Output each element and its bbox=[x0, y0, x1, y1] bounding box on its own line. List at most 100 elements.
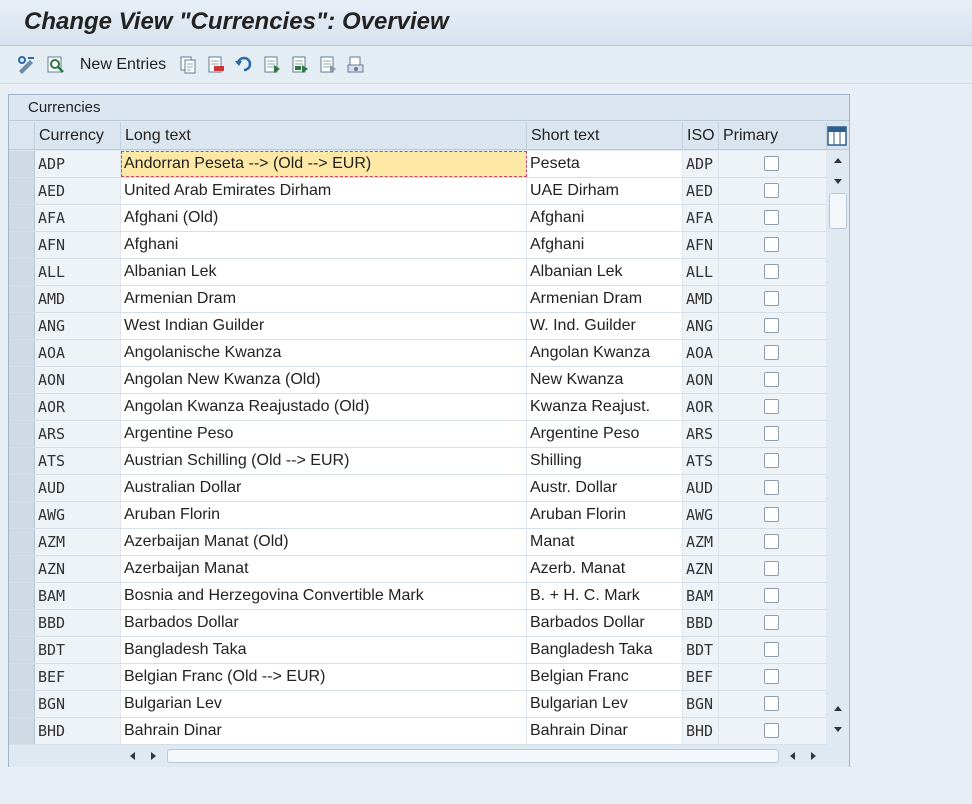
iso-code-cell[interactable]: BDT bbox=[683, 637, 719, 663]
primary-checkbox[interactable] bbox=[764, 669, 779, 684]
column-header-long-text[interactable]: Long text bbox=[121, 122, 527, 150]
undo-icon[interactable] bbox=[232, 54, 256, 76]
select-block-icon[interactable] bbox=[288, 54, 312, 76]
short-text-input[interactable]: B. + H. C. Mark bbox=[527, 583, 683, 609]
short-text-input[interactable]: Bulgarian Lev bbox=[527, 691, 683, 717]
select-all-rows-button[interactable] bbox=[9, 122, 35, 150]
row-selector[interactable] bbox=[9, 421, 35, 447]
iso-code-cell[interactable]: ADP bbox=[683, 151, 719, 177]
row-selector[interactable] bbox=[9, 610, 35, 636]
scroll-down-icon[interactable] bbox=[832, 723, 844, 735]
iso-code-cell[interactable]: BAM bbox=[683, 583, 719, 609]
primary-checkbox[interactable] bbox=[764, 318, 779, 333]
horizontal-scrollbar[interactable] bbox=[9, 745, 849, 767]
long-text-input[interactable]: West Indian Guilder bbox=[121, 313, 527, 339]
primary-checkbox[interactable] bbox=[764, 480, 779, 495]
scroll-columns-left-icon[interactable] bbox=[787, 750, 799, 762]
iso-code-cell[interactable]: AFA bbox=[683, 205, 719, 231]
long-text-input[interactable]: Belgian Franc (Old --> EUR) bbox=[121, 664, 527, 690]
row-selector[interactable] bbox=[9, 205, 35, 231]
long-text-input[interactable]: Argentine Peso bbox=[121, 421, 527, 447]
delete-icon[interactable] bbox=[204, 54, 228, 76]
short-text-input[interactable]: Barbados Dollar bbox=[527, 610, 683, 636]
long-text-input[interactable]: Andorran Peseta --> (Old --> EUR) bbox=[121, 151, 527, 177]
row-selector[interactable] bbox=[9, 448, 35, 474]
find-icon[interactable] bbox=[44, 54, 68, 76]
row-selector[interactable] bbox=[9, 313, 35, 339]
primary-checkbox[interactable] bbox=[764, 642, 779, 657]
long-text-input[interactable]: Afghani bbox=[121, 232, 527, 258]
row-selector[interactable] bbox=[9, 718, 35, 744]
short-text-input[interactable]: W. Ind. Guilder bbox=[527, 313, 683, 339]
row-selector[interactable] bbox=[9, 178, 35, 204]
long-text-input[interactable]: Bosnia and Herzegovina Convertible Mark bbox=[121, 583, 527, 609]
vertical-scrollbar[interactable] bbox=[827, 151, 849, 745]
primary-checkbox[interactable] bbox=[764, 237, 779, 252]
long-text-input[interactable]: Azerbaijan Manat (Old) bbox=[121, 529, 527, 555]
horizontal-scroll-thumb[interactable] bbox=[167, 749, 779, 763]
iso-code-cell[interactable]: AOR bbox=[683, 394, 719, 420]
iso-code-cell[interactable]: AFN bbox=[683, 232, 719, 258]
column-header-short-text[interactable]: Short text bbox=[527, 122, 683, 150]
table-settings-icon[interactable] bbox=[827, 126, 847, 146]
short-text-input[interactable]: Belgian Franc bbox=[527, 664, 683, 690]
short-text-input[interactable]: Albanian Lek bbox=[527, 259, 683, 285]
long-text-input[interactable]: Afghani (Old) bbox=[121, 205, 527, 231]
iso-code-cell[interactable]: AED bbox=[683, 178, 719, 204]
primary-checkbox[interactable] bbox=[764, 264, 779, 279]
short-text-input[interactable]: Bangladesh Taka bbox=[527, 637, 683, 663]
column-header-iso[interactable]: ISO bbox=[683, 122, 719, 150]
column-header-primary[interactable]: Primary bbox=[719, 122, 827, 150]
row-selector[interactable] bbox=[9, 394, 35, 420]
iso-code-cell[interactable]: ANG bbox=[683, 313, 719, 339]
long-text-input[interactable]: Angolan New Kwanza (Old) bbox=[121, 367, 527, 393]
vertical-scroll-thumb[interactable] bbox=[829, 193, 847, 229]
primary-checkbox[interactable] bbox=[764, 723, 779, 738]
short-text-input[interactable]: Afghani bbox=[527, 232, 683, 258]
iso-code-cell[interactable]: AZN bbox=[683, 556, 719, 582]
primary-checkbox[interactable] bbox=[764, 372, 779, 387]
short-text-input[interactable]: New Kwanza bbox=[527, 367, 683, 393]
iso-code-cell[interactable]: BEF bbox=[683, 664, 719, 690]
short-text-input[interactable]: Austr. Dollar bbox=[527, 475, 683, 501]
short-text-input[interactable]: Manat bbox=[527, 529, 683, 555]
long-text-input[interactable]: Bangladesh Taka bbox=[121, 637, 527, 663]
scroll-left-icon[interactable] bbox=[127, 750, 139, 762]
deselect-all-icon[interactable] bbox=[316, 54, 340, 76]
long-text-input[interactable]: Azerbaijan Manat bbox=[121, 556, 527, 582]
short-text-input[interactable]: Angolan Kwanza bbox=[527, 340, 683, 366]
short-text-input[interactable]: Azerb. Manat bbox=[527, 556, 683, 582]
long-text-input[interactable]: Angolanische Kwanza bbox=[121, 340, 527, 366]
iso-code-cell[interactable]: AOA bbox=[683, 340, 719, 366]
iso-code-cell[interactable]: ATS bbox=[683, 448, 719, 474]
primary-checkbox[interactable] bbox=[764, 615, 779, 630]
iso-code-cell[interactable]: AUD bbox=[683, 475, 719, 501]
primary-checkbox[interactable] bbox=[764, 426, 779, 441]
scroll-page-up-icon[interactable] bbox=[832, 703, 844, 715]
iso-code-cell[interactable]: AWG bbox=[683, 502, 719, 528]
primary-checkbox[interactable] bbox=[764, 561, 779, 576]
primary-checkbox[interactable] bbox=[764, 507, 779, 522]
iso-code-cell[interactable]: BGN bbox=[683, 691, 719, 717]
row-selector[interactable] bbox=[9, 259, 35, 285]
copy-icon[interactable] bbox=[176, 54, 200, 76]
row-selector[interactable] bbox=[9, 529, 35, 555]
iso-code-cell[interactable]: ALL bbox=[683, 259, 719, 285]
row-selector[interactable] bbox=[9, 583, 35, 609]
short-text-input[interactable]: Bahrain Dinar bbox=[527, 718, 683, 744]
primary-checkbox[interactable] bbox=[764, 534, 779, 549]
long-text-input[interactable]: United Arab Emirates Dirham bbox=[121, 178, 527, 204]
primary-checkbox[interactable] bbox=[764, 183, 779, 198]
scroll-columns-right-icon[interactable] bbox=[807, 750, 819, 762]
primary-checkbox[interactable] bbox=[764, 696, 779, 711]
print-icon[interactable] bbox=[344, 54, 368, 76]
primary-checkbox[interactable] bbox=[764, 156, 779, 171]
column-header-currency[interactable]: Currency bbox=[35, 122, 121, 150]
iso-code-cell[interactable]: ARS bbox=[683, 421, 719, 447]
primary-checkbox[interactable] bbox=[764, 453, 779, 468]
long-text-input[interactable]: Aruban Florin bbox=[121, 502, 527, 528]
iso-code-cell[interactable]: AZM bbox=[683, 529, 719, 555]
long-text-input[interactable]: Angolan Kwanza Reajustado (Old) bbox=[121, 394, 527, 420]
primary-checkbox[interactable] bbox=[764, 210, 779, 225]
short-text-input[interactable]: Argentine Peso bbox=[527, 421, 683, 447]
